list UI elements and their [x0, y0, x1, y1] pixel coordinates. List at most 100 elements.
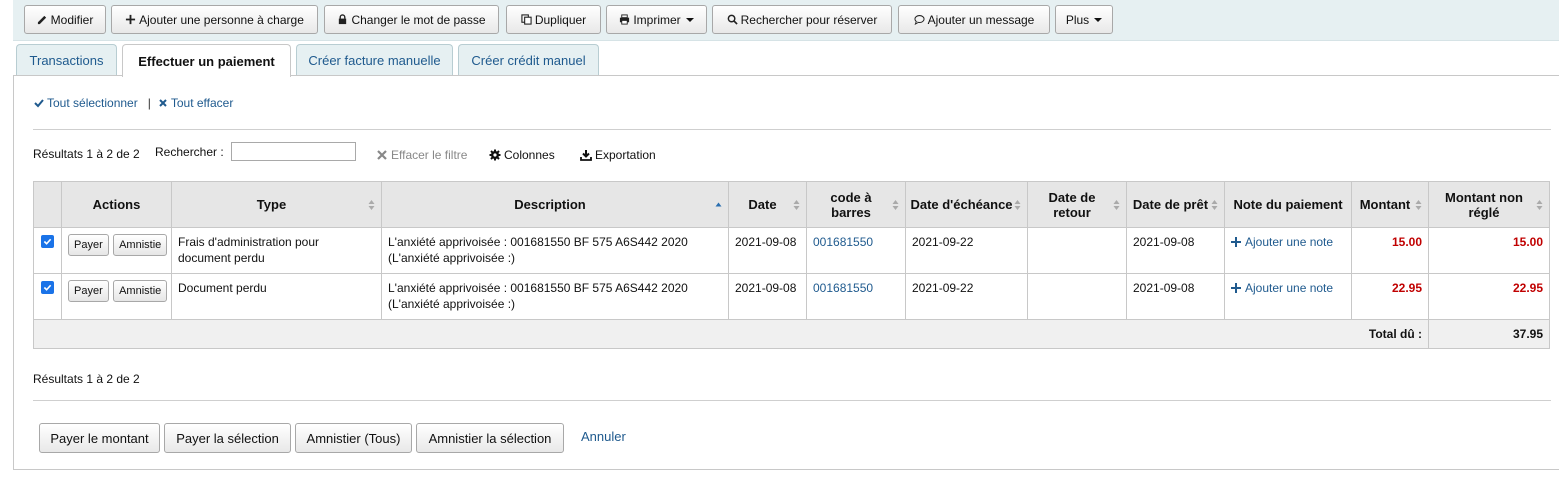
export-button[interactable]: Exportation	[580, 148, 656, 162]
sort-icon	[368, 199, 375, 210]
return-date-cell	[1027, 227, 1127, 274]
sort-icon	[892, 199, 899, 210]
comment-icon	[914, 15, 925, 25]
pay-button[interactable]: Payer	[68, 234, 109, 256]
pay-amount-button[interactable]: Payer le montant	[39, 423, 160, 453]
writeoff-button[interactable]: Amnistie	[113, 280, 168, 302]
type-header[interactable]: Type	[171, 181, 382, 228]
outstanding-cell: 15.00	[1428, 227, 1550, 274]
close-icon	[159, 99, 167, 107]
results-info-top: Résultats 1 à 2 de 2	[33, 147, 140, 161]
sort-icon	[1014, 199, 1021, 210]
loan-date-header[interactable]: Date de prêt	[1126, 181, 1225, 228]
pay-button[interactable]: Payer	[68, 280, 109, 302]
gear-icon	[489, 149, 501, 161]
row-checkbox-cell	[33, 227, 62, 274]
amount-header[interactable]: Montant	[1351, 181, 1429, 228]
payment-panel: Tout sélectionner | Tout effacer Résulta…	[13, 75, 1559, 470]
sort-icon	[1211, 199, 1218, 210]
writeoff-button[interactable]: Amnistie	[113, 234, 168, 256]
due-date-header[interactable]: Date d'échéance	[905, 181, 1028, 228]
select-all-link[interactable]: Tout sélectionner	[34, 96, 138, 110]
description-header[interactable]: Description	[381, 181, 729, 228]
payment-note-cell: Ajouter une note	[1224, 227, 1352, 274]
amount-cell: 22.95	[1351, 273, 1429, 320]
pay-selected-button[interactable]: Payer la sélection	[164, 423, 291, 453]
download-icon	[580, 150, 592, 161]
tab-create-manual-credit[interactable]: Créer crédit manuel	[458, 44, 599, 76]
sort-icon	[1415, 199, 1422, 210]
sort-ascending-icon	[715, 202, 722, 206]
total-row: Total dû : 37.95	[33, 319, 1550, 349]
sort-icon	[1536, 199, 1543, 210]
search-to-hold-button[interactable]: Rechercher pour réserver	[712, 5, 892, 34]
copy-icon	[521, 14, 532, 25]
search-label: Rechercher :	[155, 145, 224, 159]
row-checkbox[interactable]	[41, 281, 54, 294]
check-icon	[34, 99, 44, 108]
lock-icon	[339, 14, 347, 25]
date-cell: 2021-09-08	[728, 273, 807, 320]
columns-button[interactable]: Colonnes	[489, 148, 555, 162]
total-value: 37.95	[1428, 319, 1550, 349]
payment-note-cell: Ajouter une note	[1224, 273, 1352, 320]
close-icon	[377, 150, 387, 160]
amount-cell: 15.00	[1351, 227, 1429, 274]
date-header[interactable]: Date	[728, 181, 807, 228]
row-actions: Payer Amnistie	[61, 227, 172, 274]
sort-icon	[793, 199, 800, 210]
total-label: Total dû :	[33, 319, 1429, 349]
print-button[interactable]: Imprimer	[606, 5, 707, 34]
plus-icon	[1231, 283, 1241, 293]
date-cell: 2021-09-08	[728, 227, 807, 274]
accountlines-table: Actions Type Description Date code à bar…	[33, 181, 1550, 349]
barcode-cell: 001681550	[806, 273, 906, 320]
clear-filter-button[interactable]: Effacer le filtre	[376, 148, 467, 162]
tab-transactions[interactable]: Transactions	[16, 44, 117, 76]
description-cell: L'anxiété apprivoisée : 001681550 BF 575…	[381, 273, 729, 320]
outstanding-header[interactable]: Montant non réglé	[1428, 181, 1550, 228]
due-date-cell: 2021-09-22	[905, 273, 1028, 320]
print-icon	[620, 14, 630, 25]
table-row: Payer Amnistie Document perdu L'anxiété …	[33, 273, 1550, 320]
tab-make-payment[interactable]: Effectuer un paiement	[122, 44, 291, 77]
table-header-row: Actions Type Description Date code à bar…	[33, 181, 1550, 228]
barcode-cell: 001681550	[806, 227, 906, 274]
add-message-button[interactable]: Ajouter un message	[898, 5, 1050, 34]
type-cell: Document perdu	[171, 273, 382, 320]
duplicate-button[interactable]: Dupliquer	[506, 5, 601, 34]
tab-create-manual-invoice[interactable]: Créer facture manuelle	[296, 44, 453, 76]
selection-separator: |	[147, 96, 151, 110]
loan-date-cell: 2021-09-08	[1126, 273, 1225, 320]
add-note-link[interactable]: Ajouter une note	[1231, 280, 1345, 296]
results-info-bottom: Résultats 1 à 2 de 2	[33, 372, 140, 386]
return-date-header[interactable]: Date de retour	[1027, 181, 1127, 228]
check-icon	[43, 238, 52, 245]
chevron-down-icon	[1094, 17, 1103, 22]
change-password-button[interactable]: Changer le mot de passe	[324, 5, 499, 34]
plus-icon	[1231, 237, 1241, 247]
actions-header: Actions	[61, 181, 172, 228]
search-icon	[727, 14, 738, 25]
row-checkbox-cell	[33, 273, 62, 320]
sort-icon	[1113, 199, 1120, 210]
divider	[33, 400, 1551, 401]
divider	[33, 129, 1551, 130]
more-button[interactable]: Plus	[1055, 5, 1113, 34]
patient-toolbar: Modifier Ajouter une personne à charge C…	[13, 0, 1559, 41]
add-note-link[interactable]: Ajouter une note	[1231, 234, 1345, 250]
type-cell: Frais d'administration pour document per…	[171, 227, 382, 274]
barcode-header[interactable]: code à barres	[806, 181, 906, 228]
barcode-link[interactable]: 001681550	[813, 281, 873, 295]
plus-icon	[126, 14, 136, 25]
clear-all-link[interactable]: Tout effacer	[158, 96, 233, 110]
selection-links: Tout sélectionner | Tout effacer	[34, 96, 233, 110]
barcode-link[interactable]: 001681550	[813, 235, 873, 249]
search-input[interactable]	[231, 142, 356, 161]
cancel-link[interactable]: Annuler	[581, 429, 626, 444]
edit-button[interactable]: Modifier	[24, 5, 106, 34]
add-dependent-button[interactable]: Ajouter une personne à charge	[111, 5, 318, 34]
row-checkbox[interactable]	[41, 235, 54, 248]
writeoff-selected-button[interactable]: Amnistier la sélection	[416, 423, 564, 453]
writeoff-all-button[interactable]: Amnistier (Tous)	[295, 423, 412, 453]
